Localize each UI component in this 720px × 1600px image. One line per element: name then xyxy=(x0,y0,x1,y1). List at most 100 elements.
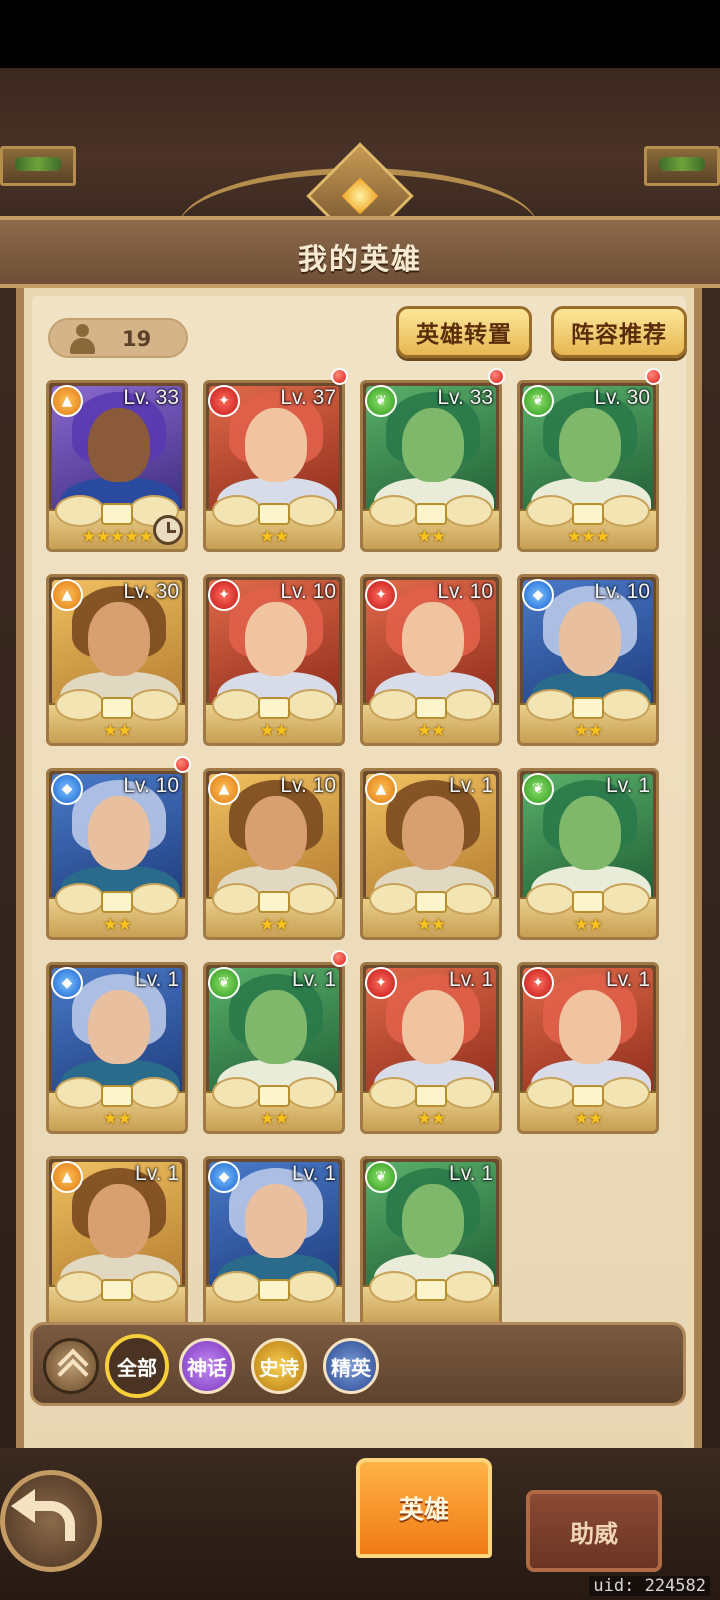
frame-wing xyxy=(286,689,336,721)
frame-wing xyxy=(212,1077,262,1109)
frame-wing xyxy=(55,689,105,721)
hero-card[interactable]: ★★ Lv. 10 ✦ xyxy=(203,574,345,746)
frame-wing xyxy=(212,689,262,721)
star-rating: ★★ xyxy=(573,1109,603,1129)
hero-card[interactable]: ★★ Lv. 1 ❦ xyxy=(203,962,345,1134)
tab-cheer[interactable]: 助威 xyxy=(526,1490,662,1572)
hero-card[interactable]: ★★ Lv. 33 ❦ xyxy=(360,380,502,552)
rank-emblem-icon xyxy=(572,891,604,913)
rank-emblem-icon xyxy=(101,891,133,913)
star-rating: ★★ xyxy=(416,721,446,741)
frame-wing xyxy=(129,689,179,721)
star-rating: ★★ xyxy=(102,915,132,935)
wood-faction-icon: ❦ xyxy=(522,385,554,417)
wood-faction-icon: ❦ xyxy=(365,385,397,417)
hero-card[interactable]: Lv. 1 ▲ xyxy=(46,1156,188,1328)
hero-level: Lv. 33 xyxy=(437,386,493,409)
hero-card[interactable]: ★★ Lv. 1 ✦ xyxy=(360,962,502,1134)
filter-myth-button[interactable]: 神话 xyxy=(179,1338,235,1394)
hero-face xyxy=(88,408,150,482)
collapse-chevrons-icon[interactable] xyxy=(43,1338,99,1394)
header-bar: 我的英雄 xyxy=(0,216,720,288)
lineup-recommend-button[interactable]: 阵容推荐 xyxy=(551,306,687,358)
frame-wing xyxy=(526,495,576,527)
notification-dot xyxy=(488,368,505,385)
rank-emblem-icon xyxy=(572,697,604,719)
back-button[interactable] xyxy=(0,1470,102,1572)
hero-card[interactable]: ★★ Lv. 1 ◆ xyxy=(46,962,188,1134)
hero-face xyxy=(402,990,464,1064)
person-icon xyxy=(68,324,96,354)
hero-card[interactable]: ★★ Lv. 10 ✦ xyxy=(360,574,502,746)
frame-wing xyxy=(443,689,493,721)
hero-card[interactable]: ★★★ Lv. 30 ❦ xyxy=(517,380,659,552)
star-rating: ★★★ xyxy=(566,527,611,547)
hero-card[interactable]: ★★ Lv. 1 ▲ xyxy=(360,768,502,940)
filter-all-button[interactable]: 全部 xyxy=(105,1334,169,1398)
rank-emblem-icon xyxy=(415,697,447,719)
hero-face xyxy=(559,990,621,1064)
frame-wing xyxy=(526,1077,576,1109)
hero-face xyxy=(245,408,307,482)
frame-wing xyxy=(526,689,576,721)
hero-level: Lv. 10 xyxy=(594,580,650,603)
hero-card[interactable]: Lv. 1 ◆ xyxy=(203,1156,345,1328)
frame-wing xyxy=(286,1271,336,1303)
hero-face xyxy=(402,796,464,870)
frame-wing xyxy=(600,883,650,915)
hero-level: Lv. 1 xyxy=(292,968,336,991)
star-rating: ★★ xyxy=(416,527,446,547)
hero-card[interactable]: ★★ Lv. 30 ▲ xyxy=(46,574,188,746)
filter-epic-button[interactable]: 史诗 xyxy=(251,1338,307,1394)
hero-level: Lv. 1 xyxy=(135,1162,179,1185)
hero-face xyxy=(245,796,307,870)
notification-dot xyxy=(645,368,662,385)
notification-dot xyxy=(331,950,348,967)
back-arrow-icon xyxy=(11,1489,75,1541)
page-title: 我的英雄 xyxy=(297,242,422,276)
rank-emblem-icon xyxy=(101,1279,133,1301)
hero-level: Lv. 1 xyxy=(606,774,650,797)
hero-level: Lv. 1 xyxy=(449,968,493,991)
hero-card[interactable]: ★★ Lv. 10 ◆ xyxy=(517,574,659,746)
hero-card[interactable]: ★★ Lv. 1 ❦ xyxy=(517,768,659,940)
hero-level: Lv. 1 xyxy=(135,968,179,991)
earth-faction-icon: ▲ xyxy=(51,385,83,417)
clock-icon xyxy=(153,515,183,545)
hero-card[interactable]: ★★ Lv. 10 ▲ xyxy=(203,768,345,940)
notification-dot xyxy=(174,756,191,773)
hero-card[interactable]: ★★★★★ Lv. 33 ▲ xyxy=(46,380,188,552)
hero-card[interactable]: ★★ Lv. 37 ✦ xyxy=(203,380,345,552)
hero-level: Lv. 10 xyxy=(123,774,179,797)
hero-face xyxy=(245,602,307,676)
hero-face xyxy=(559,602,621,676)
fire-faction-icon: ✦ xyxy=(208,579,240,611)
filter-bar: 全部 神话 史诗 精英 xyxy=(30,1322,686,1406)
hero-level: Lv. 1 xyxy=(449,1162,493,1185)
frame-wing xyxy=(369,495,419,527)
fire-faction-icon: ✦ xyxy=(365,967,397,999)
star-rating: ★★ xyxy=(416,1109,446,1129)
water-faction-icon: ◆ xyxy=(51,773,83,805)
frame-wing xyxy=(212,883,262,915)
frame-wing xyxy=(55,495,105,527)
right-ornament xyxy=(644,146,720,186)
hero-transfer-button[interactable]: 英雄转置 xyxy=(396,306,532,358)
star-rating: ★★ xyxy=(102,721,132,741)
hero-card[interactable]: Lv. 1 ❦ xyxy=(360,1156,502,1328)
rank-emblem-icon xyxy=(572,503,604,525)
water-faction-icon: ◆ xyxy=(522,579,554,611)
frame-wing xyxy=(369,1077,419,1109)
filter-elite-button[interactable]: 精英 xyxy=(323,1338,379,1394)
hero-face xyxy=(88,990,150,1064)
frame-wing xyxy=(55,883,105,915)
notification-dot xyxy=(331,368,348,385)
hero-level: Lv. 30 xyxy=(594,386,650,409)
fire-faction-icon: ✦ xyxy=(208,385,240,417)
left-ornament xyxy=(0,146,76,186)
hero-card[interactable]: ★★ Lv. 1 ✦ xyxy=(517,962,659,1134)
tab-hero[interactable]: 英雄 xyxy=(356,1458,492,1558)
hero-card[interactable]: ★★ Lv. 10 ◆ xyxy=(46,768,188,940)
frame-wing xyxy=(212,495,262,527)
fire-faction-icon: ✦ xyxy=(365,579,397,611)
